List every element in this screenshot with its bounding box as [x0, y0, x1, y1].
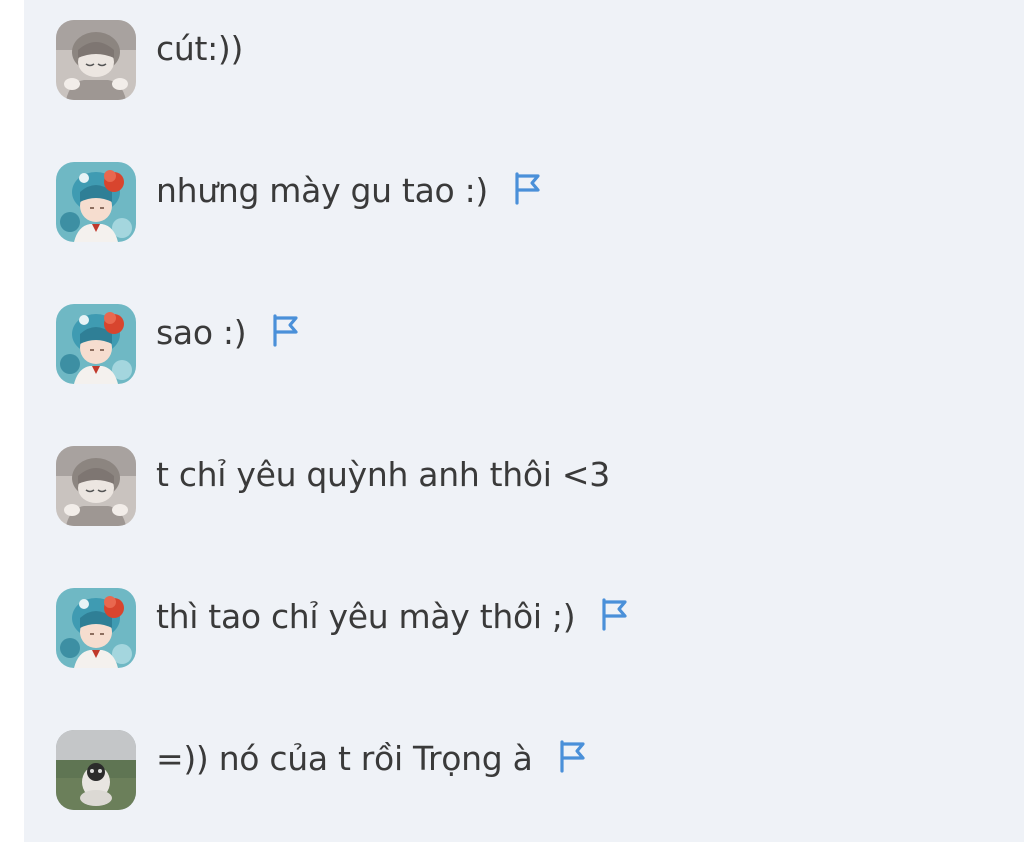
chat-panel: cút:)) nhưng mày gu tao :) sao :) t chỉ …	[24, 0, 1024, 842]
message-text: t chỉ yêu quỳnh anh thôi <3	[156, 454, 610, 494]
message-text: nhưng mày gu tao :)	[156, 170, 488, 210]
teal-flower-avatar[interactable]	[56, 162, 136, 242]
chat-message: =)) nó của t rồi Trọng à	[56, 730, 587, 810]
chat-message: t chỉ yêu quỳnh anh thôi <3	[56, 446, 610, 526]
flag-icon[interactable]	[270, 313, 300, 347]
flag-icon[interactable]	[512, 171, 542, 205]
chat-message: nhưng mày gu tao :)	[56, 162, 542, 242]
teal-flower-avatar[interactable]	[56, 304, 136, 384]
message-text: =)) nó của t rồi Trọng à	[156, 738, 533, 778]
gray-child-avatar[interactable]	[56, 446, 136, 526]
flag-icon[interactable]	[599, 597, 629, 631]
teal-flower-avatar[interactable]	[56, 588, 136, 668]
message-text: thì tao chỉ yêu mày thôi ;)	[156, 596, 576, 636]
flag-icon[interactable]	[557, 739, 587, 773]
landscape-dog-avatar[interactable]	[56, 730, 136, 810]
chat-message: thì tao chỉ yêu mày thôi ;)	[56, 588, 629, 668]
message-text: sao :)	[156, 312, 247, 352]
gray-child-avatar[interactable]	[56, 20, 136, 100]
message-text: cút:))	[156, 28, 244, 68]
chat-message: cút:))	[56, 20, 243, 100]
chat-message: sao :)	[56, 304, 300, 384]
